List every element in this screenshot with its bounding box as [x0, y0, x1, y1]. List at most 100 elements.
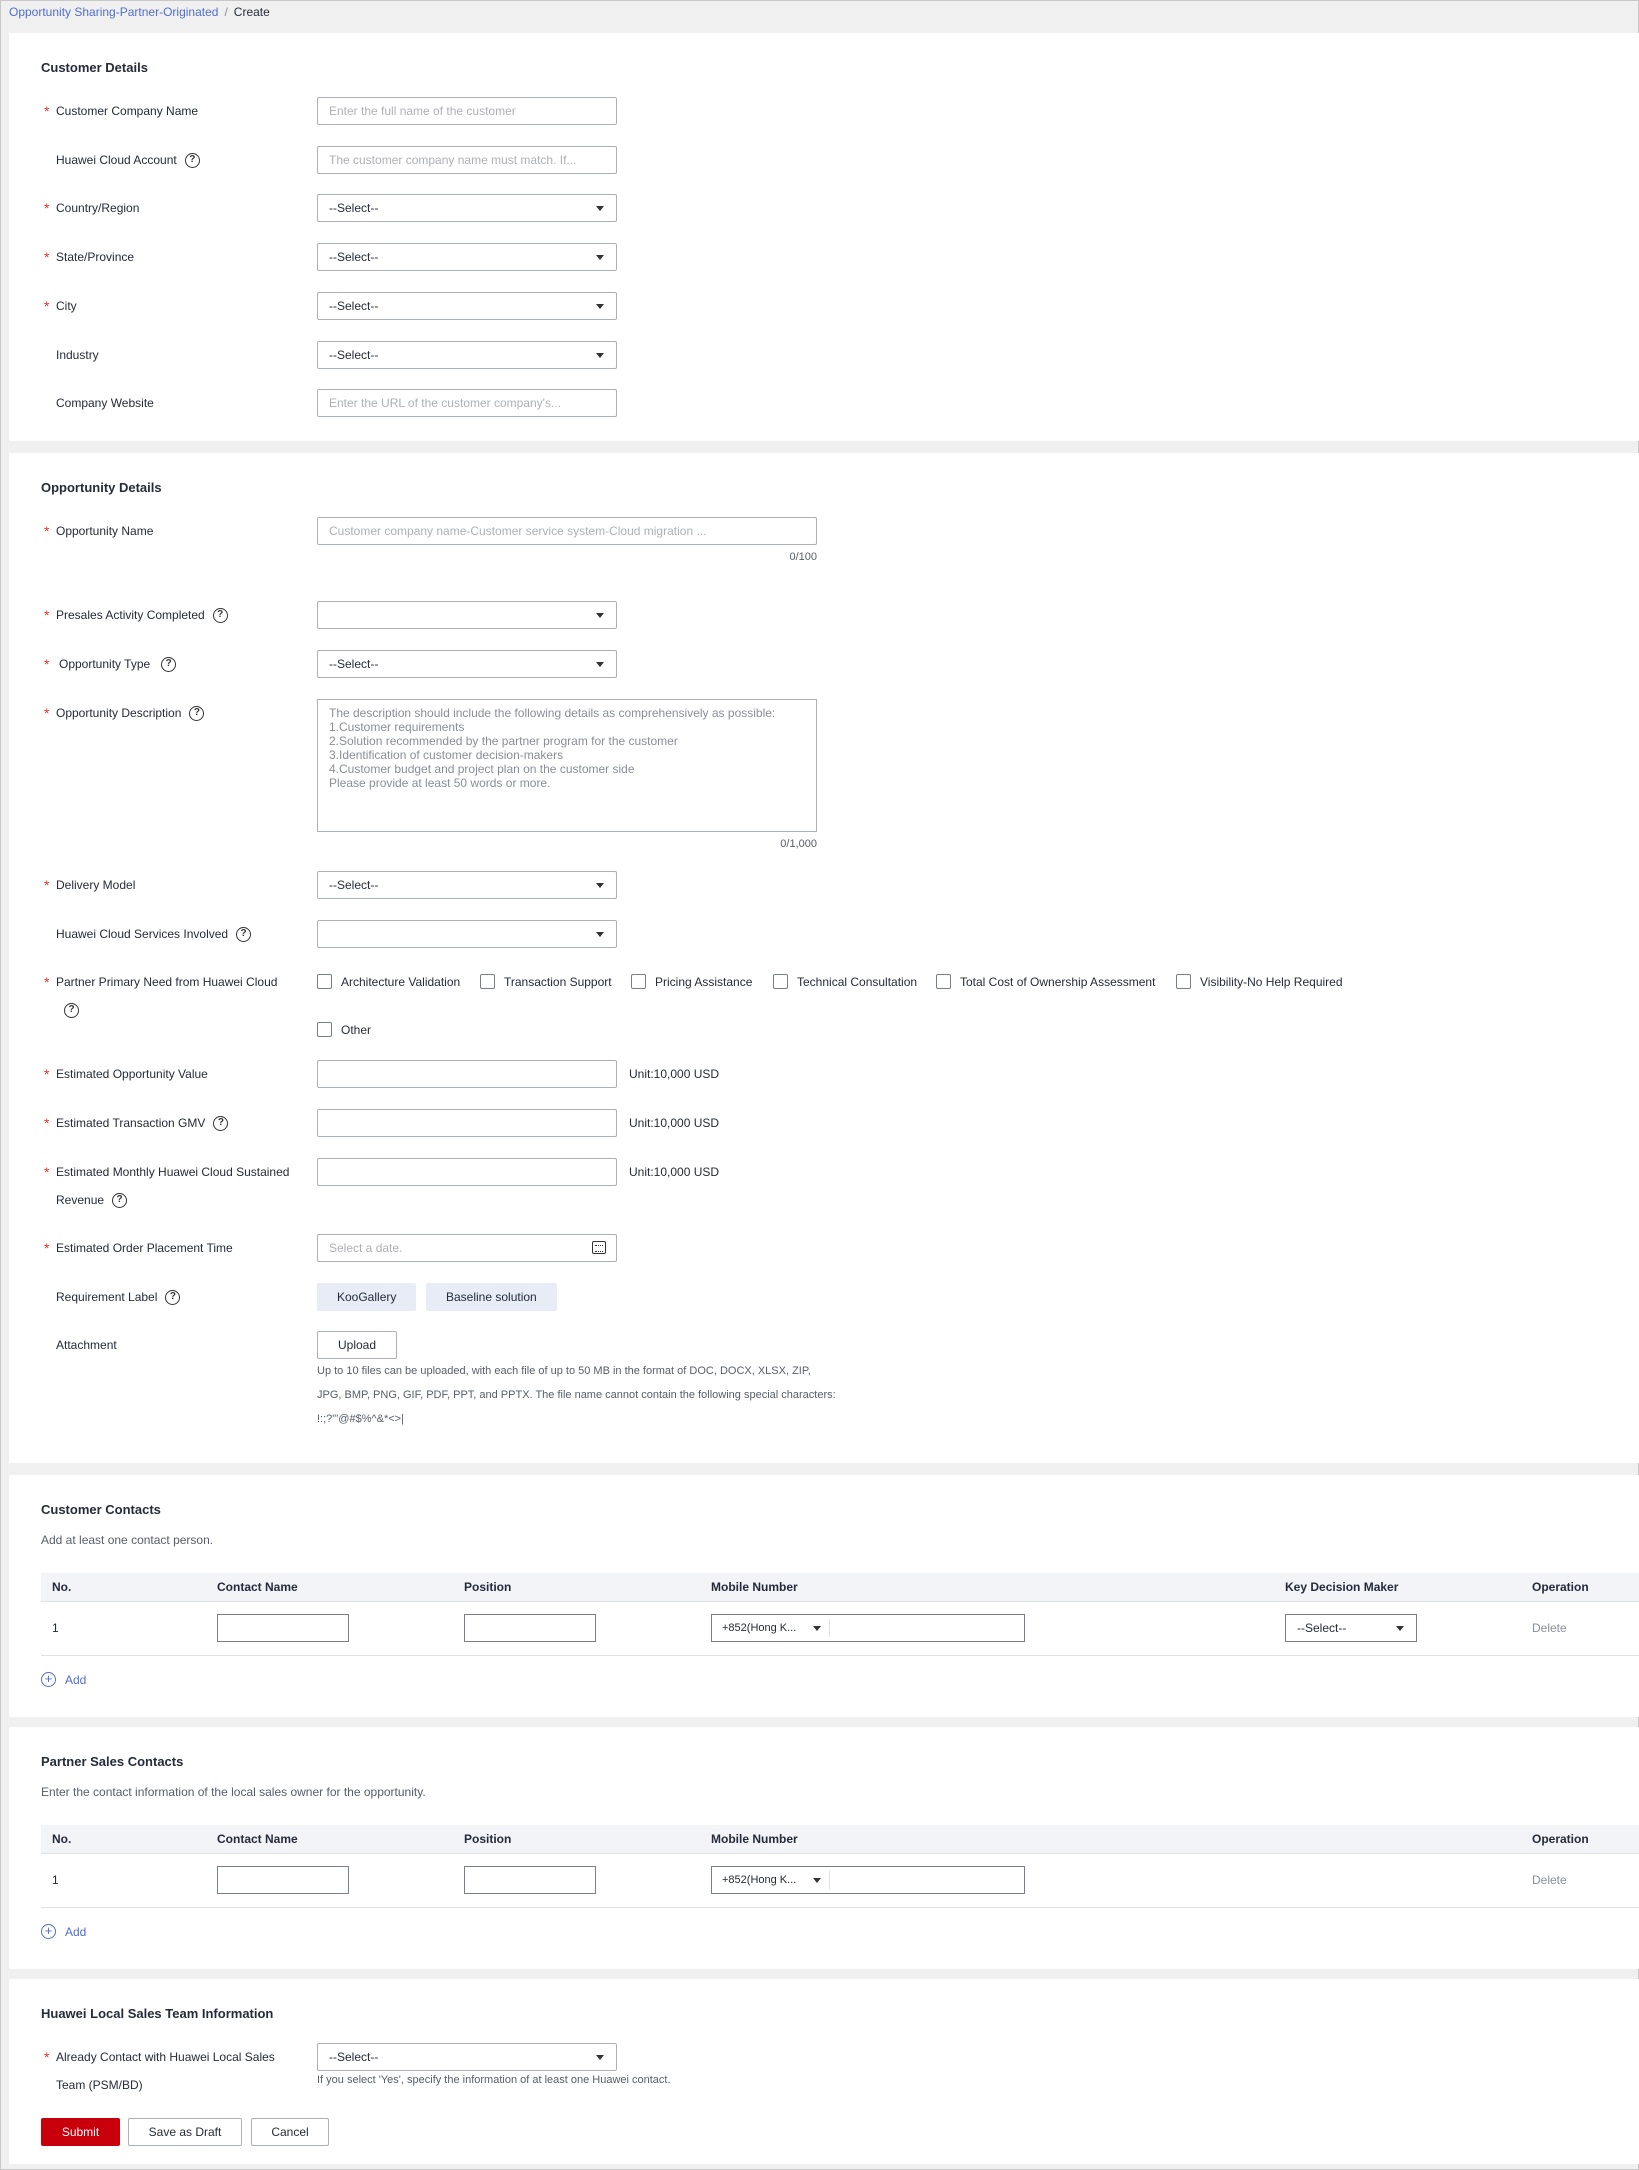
chevron-down-icon [596, 304, 604, 309]
company-name-input[interactable]: Enter the full name of the customer [317, 97, 617, 125]
required-mark: * [44, 1066, 50, 1082]
help-icon[interactable]: ? [212, 608, 228, 624]
est-monthly-input[interactable] [317, 1158, 617, 1186]
need-option-transaction[interactable]: Transaction Support [480, 974, 612, 989]
breadcrumb-parent-link[interactable]: Opportunity Sharing-Partner-Originated [9, 5, 218, 19]
contact-name-input[interactable] [217, 1614, 349, 1642]
help-icon[interactable]: ? [236, 927, 252, 943]
chevron-down-icon [596, 932, 604, 937]
mobile-number-field[interactable]: +852(Hong K... [711, 1866, 1025, 1894]
field-label-line2: Team (PSM/BD) [56, 2078, 143, 2092]
required-mark: * [44, 607, 50, 623]
contact-name-input[interactable] [217, 1866, 349, 1894]
section-desc: Add at least one contact person. [41, 1533, 214, 1547]
field-label: Opportunity Name [56, 524, 154, 538]
est-value-input[interactable] [317, 1060, 617, 1088]
opportunity-name-input[interactable]: Customer company name-Customer service s… [317, 517, 817, 545]
upload-note: Up to 10 files can be uploaded, with eac… [317, 1365, 836, 1425]
required-mark: * [44, 200, 50, 216]
help-icon[interactable]: ? [112, 1193, 128, 1209]
checkbox[interactable] [936, 974, 951, 989]
field-label: Company Website [56, 396, 154, 410]
need-option-visibility[interactable]: Visibility-No Help Required [1176, 974, 1343, 989]
field-label: Presales Activity Completed? [56, 601, 228, 629]
description-textarea[interactable] [317, 699, 817, 832]
plus-circle-icon: + [41, 1924, 56, 1939]
tag-baseline-solution[interactable]: Baseline solution [426, 1283, 557, 1311]
breadcrumb: Opportunity Sharing-Partner-Originated / C… [9, 5, 270, 19]
country-select[interactable]: --Select-- [317, 194, 617, 222]
need-option-other[interactable]: Other [317, 1022, 371, 1037]
need-option-pricing[interactable]: Pricing Assistance [631, 974, 752, 989]
required-mark: * [44, 523, 50, 539]
delete-link[interactable]: Delete [1532, 1873, 1567, 1887]
delete-link[interactable]: Delete [1532, 1621, 1567, 1635]
field-label: City [56, 299, 77, 313]
help-icon[interactable]: ? [161, 657, 177, 673]
city-select[interactable]: --Select-- [317, 292, 617, 320]
opportunity-type-select[interactable]: --Select-- [317, 650, 617, 678]
position-input[interactable] [464, 1866, 596, 1894]
country-code-select[interactable]: +852(Hong K... [712, 1871, 830, 1889]
required-mark: * [44, 656, 50, 672]
services-select[interactable] [317, 920, 617, 948]
checkbox[interactable] [773, 974, 788, 989]
field-label: Already Contact with Huawei Local Sales [56, 2050, 275, 2064]
help-icon[interactable]: ? [165, 1290, 181, 1306]
mobile-number-field[interactable]: +852(Hong K... [711, 1614, 1025, 1642]
tag-koogallery[interactable]: KooGallery [317, 1283, 417, 1311]
checkbox[interactable] [317, 1022, 332, 1037]
calendar-icon[interactable] [592, 1241, 606, 1254]
opportunity-details-section: Opportunity Details * Opportunity Name C… [9, 453, 1639, 1463]
help-icon[interactable]: ? [189, 706, 205, 722]
position-input[interactable] [464, 1614, 596, 1642]
help-icon[interactable]: ? [184, 153, 200, 169]
checkbox[interactable] [317, 974, 332, 989]
est-gmv-input[interactable] [317, 1109, 617, 1137]
add-customer-contact-button[interactable]: + Add [41, 1672, 86, 1687]
cancel-button[interactable]: Cancel [251, 2118, 329, 2146]
field-label: Attachment [56, 1338, 117, 1352]
add-partner-contact-button[interactable]: + Add [41, 1924, 86, 1939]
field-hint: If you select 'Yes', specify the informa… [317, 2074, 671, 2086]
section-title: Opportunity Details [41, 480, 162, 495]
order-time-datepicker[interactable]: Select a date. [317, 1234, 617, 1262]
cloud-account-input[interactable]: The customer company name must match. If… [317, 146, 617, 174]
col-header: Contact Name [206, 1825, 453, 1854]
key-decision-maker-select[interactable]: --Select-- [1285, 1614, 1417, 1642]
delivery-model-select[interactable]: --Select-- [317, 871, 617, 899]
checkbox[interactable] [480, 974, 495, 989]
need-option-architecture[interactable]: Architecture Validation [317, 974, 460, 989]
industry-select[interactable]: --Select-- [317, 341, 617, 369]
field-label-line2: Revenue? [56, 1186, 128, 1214]
submit-button[interactable]: Submit [41, 2118, 120, 2146]
need-option-tco[interactable]: Total Cost of Ownership Assessment [936, 974, 1155, 989]
required-mark: * [44, 103, 50, 119]
breadcrumb-separator: / [224, 5, 228, 19]
col-header: Contact Name [206, 1573, 453, 1602]
table-row: 1 +852(Hong K... --Select-- Delete [41, 1601, 1639, 1656]
website-input[interactable]: Enter the URL of the customer company's.… [317, 389, 617, 417]
help-icon[interactable]: ? [64, 1003, 79, 1018]
checkbox[interactable] [1176, 974, 1191, 989]
chevron-down-icon [596, 353, 604, 358]
field-label: Industry [56, 348, 99, 362]
required-mark: * [44, 2049, 50, 2065]
partner-contacts-section: Partner Sales Contacts Enter the contact… [9, 1727, 1639, 1969]
country-code-select[interactable]: +852(Hong K... [712, 1619, 830, 1637]
save-draft-button[interactable]: Save as Draft [128, 2118, 242, 2146]
local-contact-select[interactable]: --Select-- [317, 2043, 617, 2071]
unit-label: Unit:10,000 USD [629, 1067, 720, 1081]
checkbox[interactable] [631, 974, 646, 989]
upload-button[interactable]: Upload [317, 1331, 397, 1359]
customer-details-section: Customer Details * Customer Company Name… [9, 33, 1639, 441]
need-option-technical[interactable]: Technical Consultation [773, 974, 917, 989]
field-label: Estimated Order Placement Time [56, 1241, 233, 1255]
help-icon[interactable]: ? [213, 1116, 229, 1132]
presales-select[interactable] [317, 601, 617, 629]
field-label: Opportunity Type? [59, 650, 177, 678]
state-select[interactable]: --Select-- [317, 243, 617, 271]
field-label: Opportunity Description? [56, 699, 205, 727]
col-header: Operation [1521, 1825, 1639, 1854]
section-title: Huawei Local Sales Team Information [41, 2006, 274, 2021]
